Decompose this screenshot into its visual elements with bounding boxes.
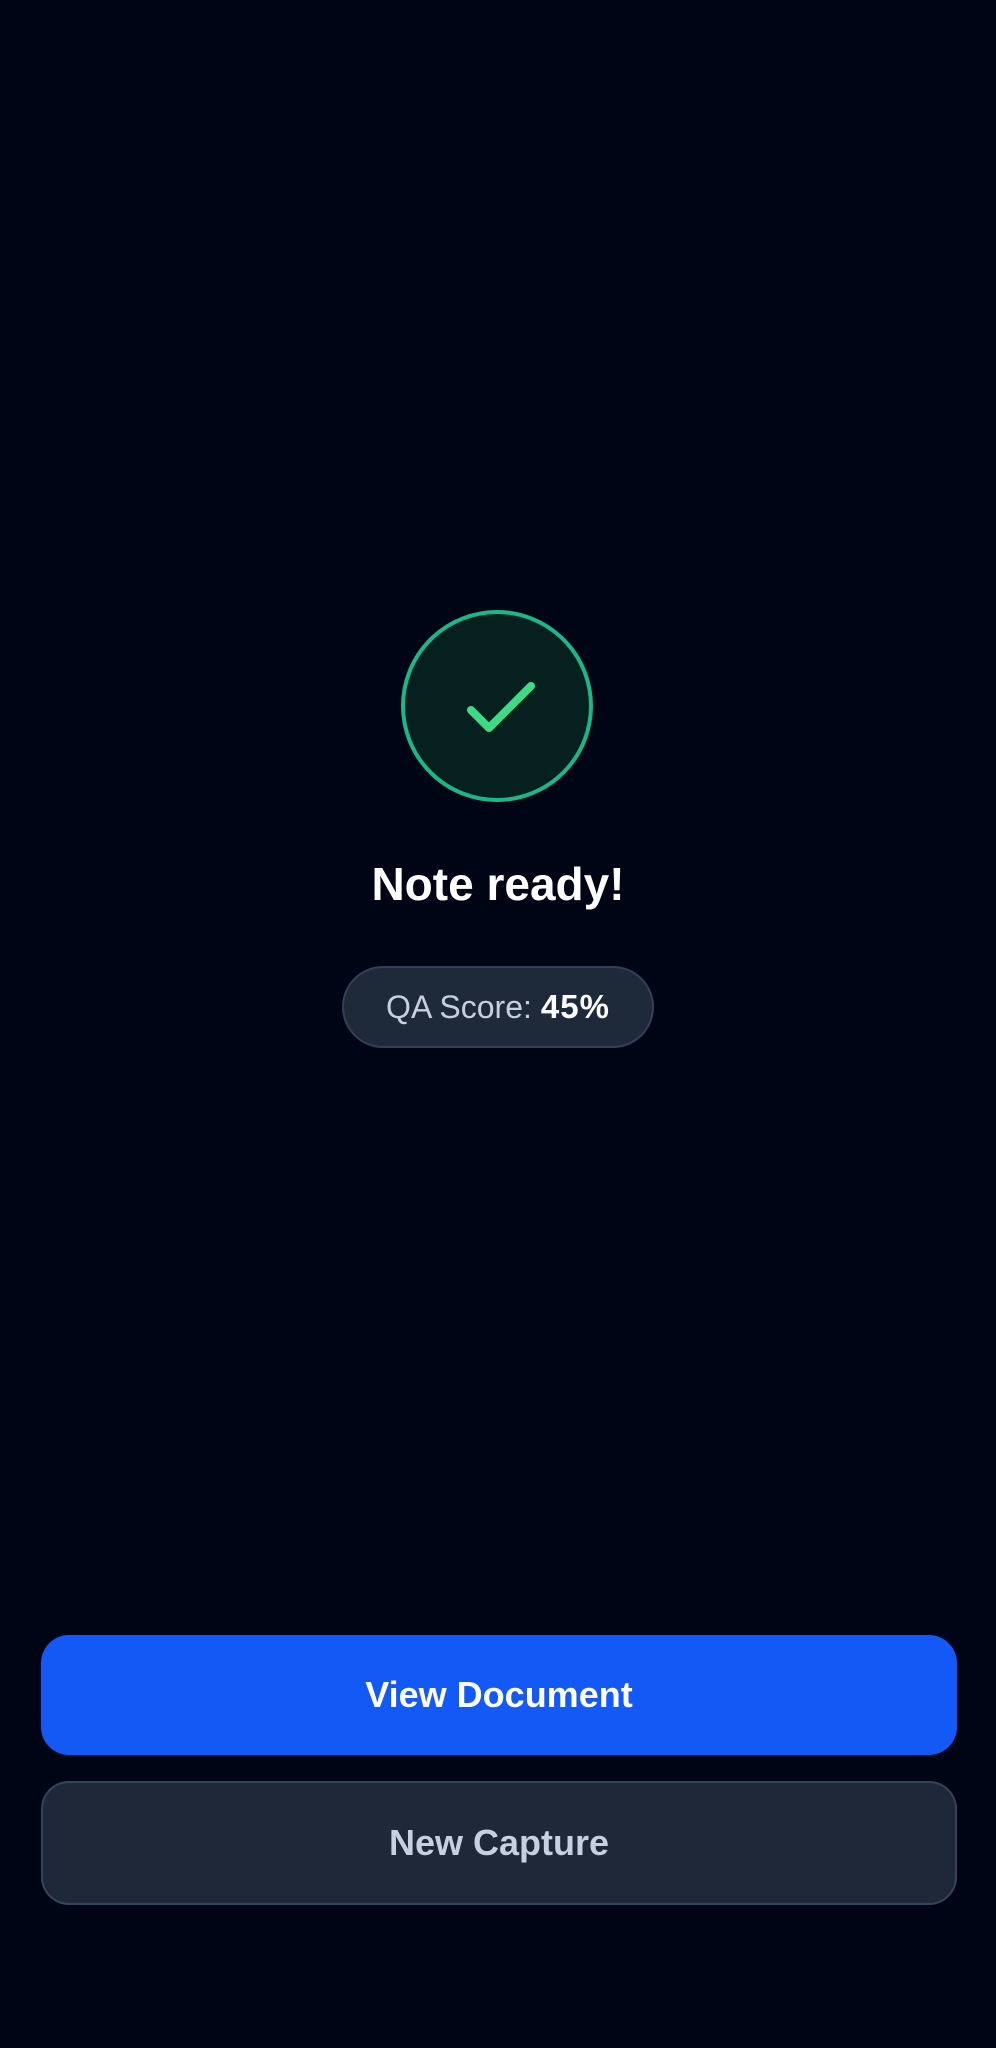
qa-score-badge: QA Score: 45% <box>342 966 654 1048</box>
success-badge <box>401 610 593 802</box>
note-ready-screen: Note ready! QA Score: 45% View Document … <box>0 0 996 2048</box>
new-capture-button[interactable]: New Capture <box>41 1781 957 1905</box>
qa-score-value: 45% <box>540 988 610 1025</box>
page-title: Note ready! <box>371 858 625 910</box>
checkmark-icon <box>467 682 535 732</box>
qa-score-label: QA Score: <box>386 988 532 1025</box>
view-document-button[interactable]: View Document <box>41 1635 957 1755</box>
